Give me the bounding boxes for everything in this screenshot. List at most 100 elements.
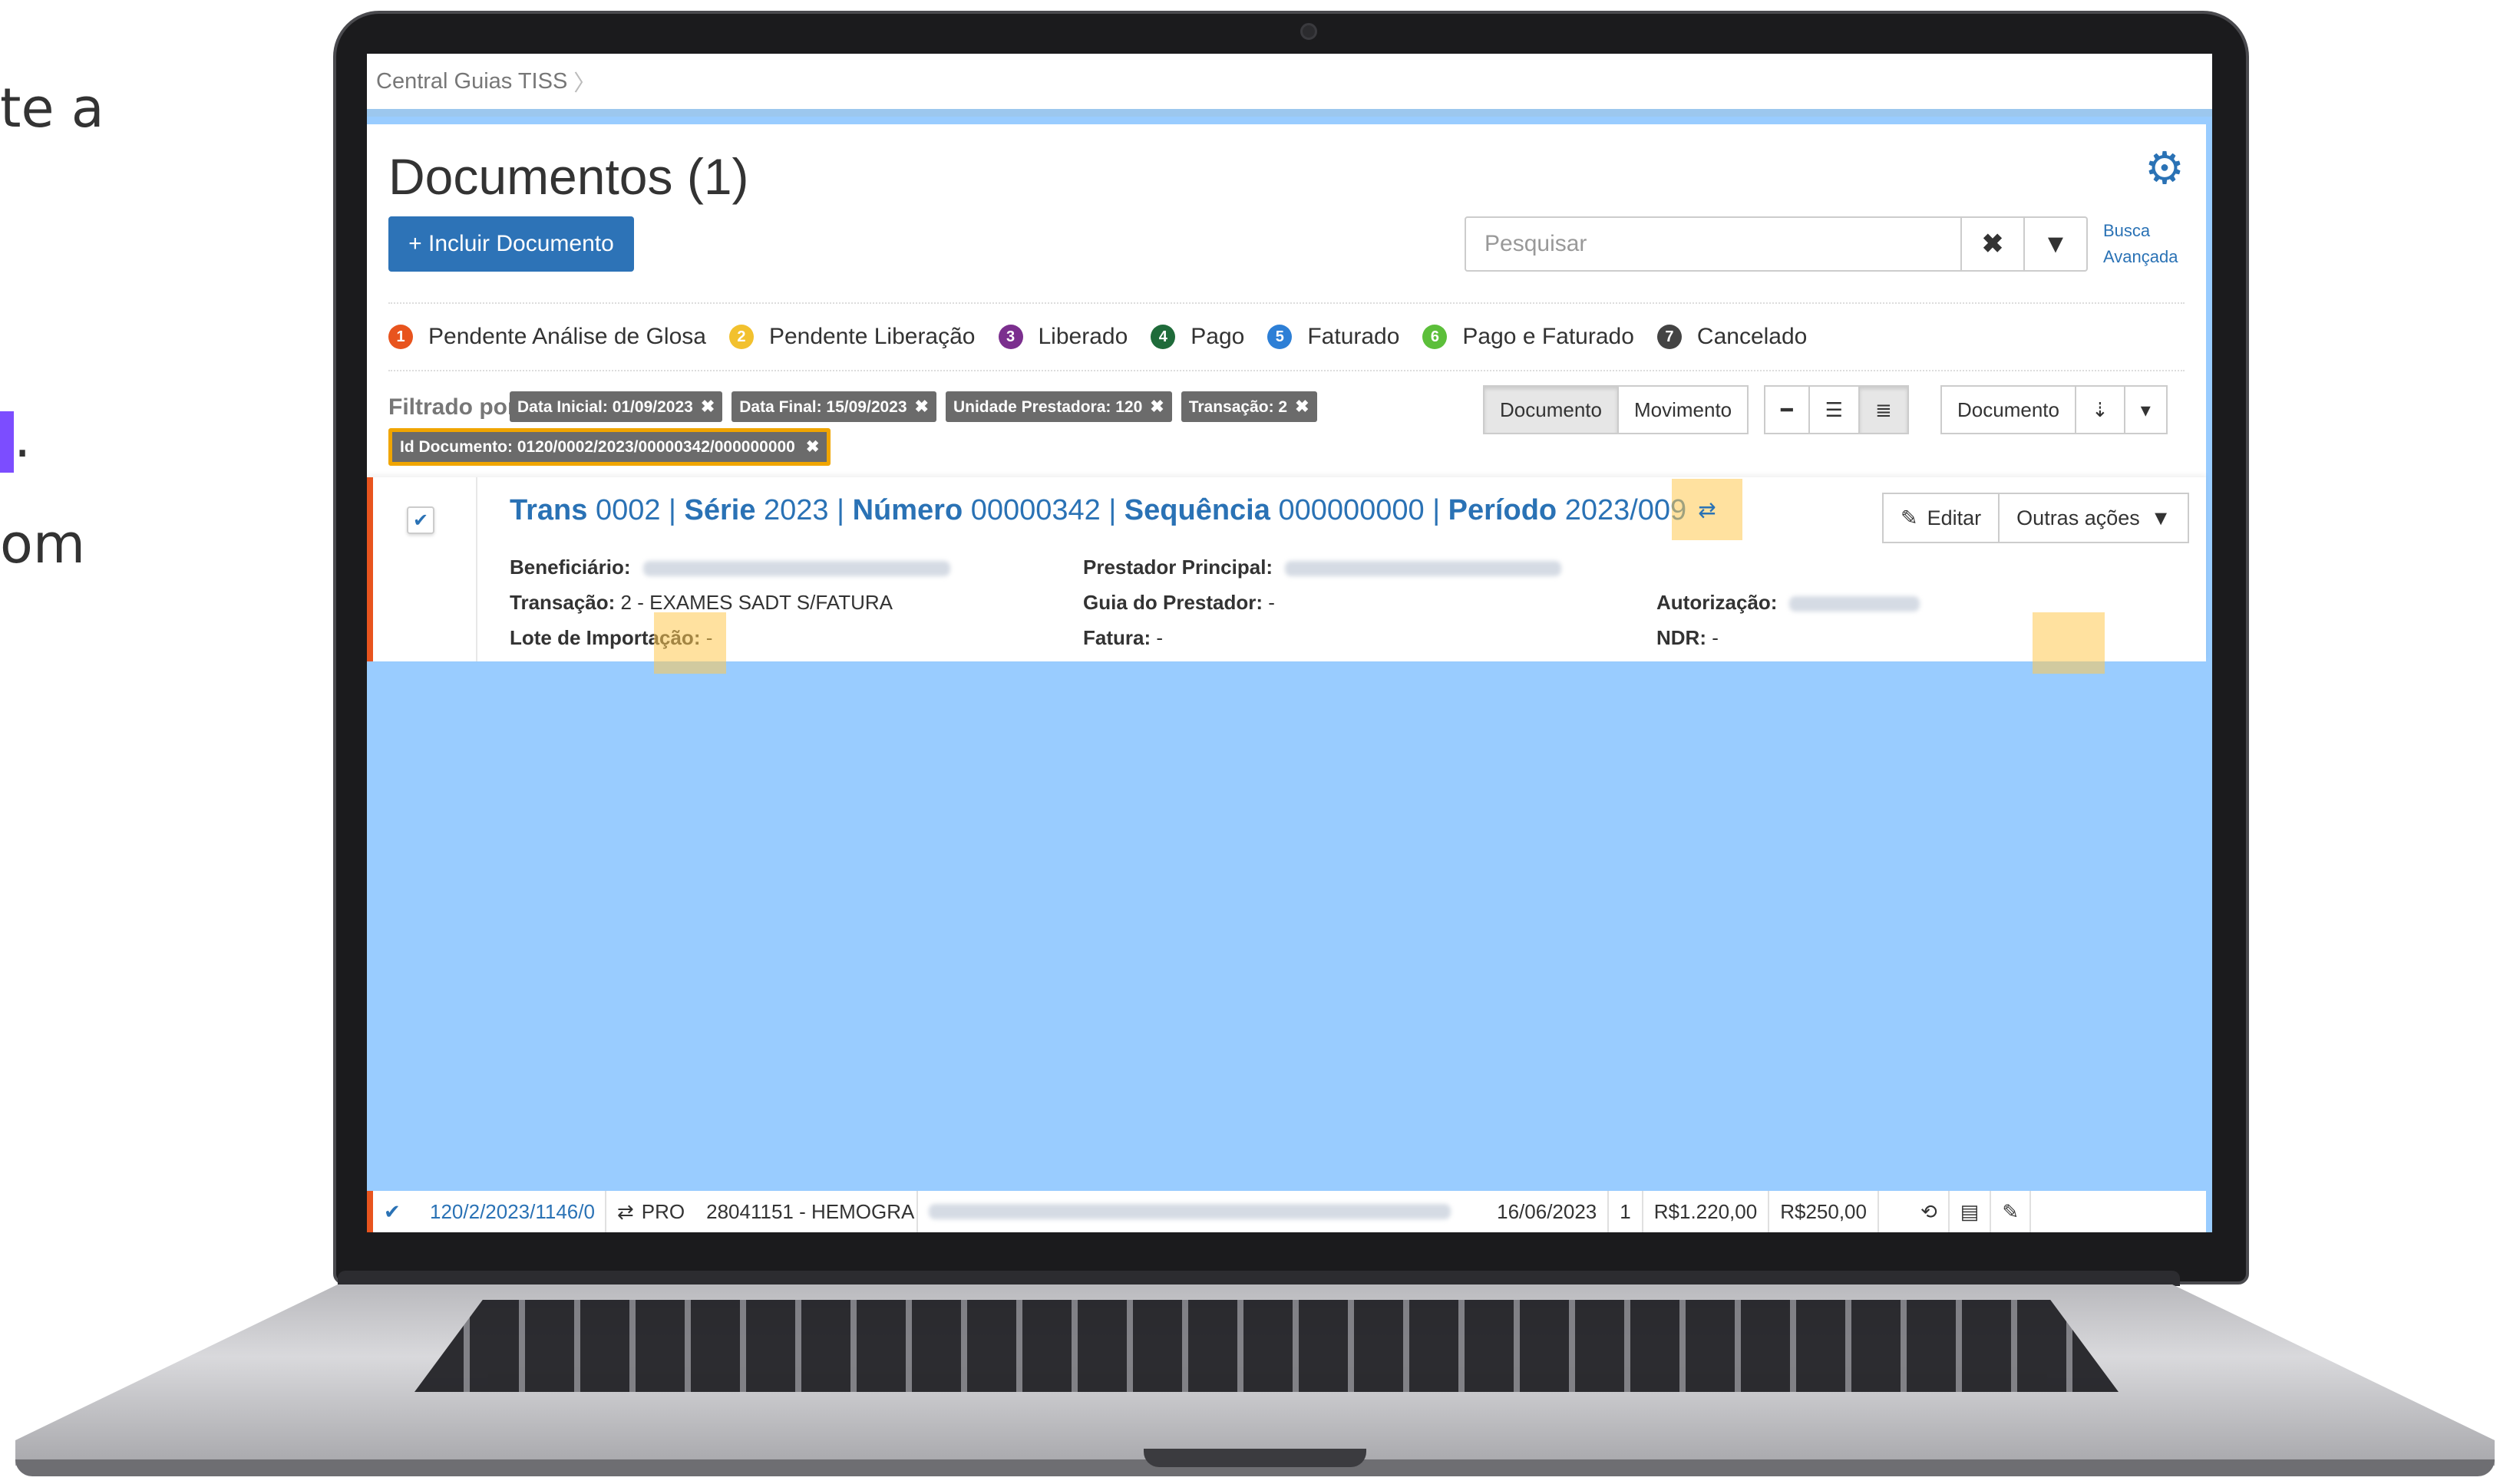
row-id[interactable]: 120/2/2023/1146/0 xyxy=(419,1191,606,1232)
advanced-search-line-2: Avançada xyxy=(2103,247,2178,266)
legend-label: Pago xyxy=(1191,324,1245,349)
refresh-icon: ⟲ xyxy=(1920,1199,1937,1223)
filter-chip[interactable]: Data Inicial: 01/09/2023 ✖ xyxy=(510,391,723,422)
sort-group: Documento ⇣ ▾ xyxy=(1940,385,2168,434)
density-compact-button[interactable]: ☰ xyxy=(1808,385,1860,434)
status-dot: 1 xyxy=(388,325,413,349)
periodo-value: 2023/009 xyxy=(1564,494,1687,526)
trans-value: 0002 xyxy=(595,494,661,526)
close-icon[interactable]: ✖ xyxy=(806,438,820,456)
filter-chip[interactable]: Unidade Prestadora: 120 ✖ xyxy=(945,391,1172,422)
list-detail-icon: ≣ xyxy=(1874,397,1892,421)
density-toggle: ━ ☰ ≣ xyxy=(1764,385,1909,434)
side-text-line-2: . xyxy=(0,407,31,473)
legend-item: 2 Pendente Liberação xyxy=(728,324,976,350)
row-redacted-bar xyxy=(929,1204,1451,1219)
filter-chip-label: Transação: 2 xyxy=(1188,398,1288,416)
filter-chip[interactable]: Transação: 2 ✖ xyxy=(1181,391,1317,422)
document-icon: ▤ xyxy=(1960,1199,1980,1223)
row-redacted xyxy=(918,1191,1486,1232)
row-qty: 1 xyxy=(1609,1191,1643,1232)
guia-label: Guia do Prestador: xyxy=(1083,591,1263,614)
row-transfer: ⇄ PRO xyxy=(606,1191,695,1232)
beneficiario-redacted xyxy=(642,561,950,577)
close-icon[interactable]: ✖ xyxy=(1150,397,1164,416)
filter-label: Filtrado por: xyxy=(388,394,524,420)
numero-label: Número xyxy=(852,494,963,526)
laptop-screen: Central Guias TISS 〉 Documentos (1) ⚙ + … xyxy=(367,54,2212,1232)
legend-label: Cancelado xyxy=(1696,324,1808,349)
highlight-box-ndr xyxy=(2033,612,2105,674)
serie-label: Série xyxy=(684,494,756,526)
close-icon[interactable]: ✖ xyxy=(1295,397,1309,416)
numero-value: 00000342 xyxy=(970,494,1101,526)
row-spacer xyxy=(1879,1191,1910,1232)
add-document-button[interactable]: + Incluir Documento xyxy=(388,216,634,272)
periodo-label: Período xyxy=(1448,494,1557,526)
sort-dropdown-button[interactable]: ▾ xyxy=(2123,385,2168,434)
document-checkbox[interactable]: ✔ xyxy=(407,506,434,534)
row-action-3[interactable]: ✎ xyxy=(1991,1191,2032,1232)
filter-button[interactable]: ▼ xyxy=(2025,216,2088,272)
close-icon[interactable]: ✖ xyxy=(701,397,715,416)
check-icon: ✔ xyxy=(412,510,429,531)
row-action-2[interactable]: ▤ xyxy=(1950,1191,1992,1232)
breadcrumb: Central Guias TISS 〉 xyxy=(367,54,2212,117)
highlight-box-lote xyxy=(654,612,726,674)
filter-chip-label: Data Final: 15/09/2023 xyxy=(739,398,907,416)
legend-item: 7 Cancelado xyxy=(1656,324,1808,350)
field-ndr: NDR: - xyxy=(1656,626,1719,650)
pencil-icon: ✎ xyxy=(1901,506,1918,529)
serie-value: 2023 xyxy=(764,494,829,526)
density-minimal-button[interactable]: ━ xyxy=(1764,385,1810,434)
guia-value: - xyxy=(1268,591,1275,614)
transfer-icon[interactable]: ⇄ xyxy=(1672,479,1742,540)
view-movement-button[interactable]: Movimento xyxy=(1617,385,1749,434)
sort-field-button[interactable]: Documento xyxy=(1940,385,2076,434)
view-toggle: Documento Movimento xyxy=(1483,385,1749,434)
trans-label: Trans xyxy=(510,494,588,526)
legend-label: Faturado xyxy=(1307,324,1400,349)
search-input[interactable] xyxy=(1465,216,1962,272)
filter-chip-label: Id Documento: 0120/0002/2023/00000342/00… xyxy=(400,438,795,456)
field-autorizacao: Autorização: xyxy=(1656,591,1920,615)
document-title[interactable]: Trans 0002 | Série 2023 | Número 0000034… xyxy=(510,494,1686,527)
table-row[interactable]: ✔ 120/2/2023/1146/0 ⇄ PRO 28041151 - HEMO… xyxy=(367,1191,2206,1232)
row-action-1[interactable]: ⟲ xyxy=(1910,1191,1950,1232)
view-document-button[interactable]: Documento xyxy=(1483,385,1619,434)
status-dot: 4 xyxy=(1151,325,1176,349)
filter-chip-label: Unidade Prestadora: 120 xyxy=(953,398,1143,416)
row-type: PRO xyxy=(641,1199,685,1223)
ndr-value: - xyxy=(1712,626,1719,649)
advanced-search-link[interactable]: Busca Avançada xyxy=(2103,218,2178,270)
sort-direction-button[interactable]: ⇣ xyxy=(2074,385,2125,434)
clear-search-button[interactable]: ✖ xyxy=(1962,216,2025,272)
row-checkbox[interactable]: ✔ xyxy=(373,1191,419,1232)
edit-button[interactable]: ✎ Editar xyxy=(1882,493,2000,543)
status-legend: 1 Pendente Análise de Glosa 2 Pendente Lib… xyxy=(388,302,2185,371)
field-prestador: Prestador Principal: xyxy=(1083,556,1562,579)
transfer-icon: ⇄ xyxy=(617,1199,634,1223)
gear-icon[interactable]: ⚙ xyxy=(2142,146,2188,192)
breadcrumb-separator: 〉 xyxy=(573,71,596,96)
close-icon[interactable]: ✖ xyxy=(915,397,929,416)
sequencia-value: 000000000 xyxy=(1278,494,1425,526)
filter-chip[interactable]: Data Final: 15/09/2023 ✖ xyxy=(732,391,936,422)
close-icon: ✖ xyxy=(1981,229,2004,259)
row-procedure: 28041151 - HEMOGRA xyxy=(695,1191,919,1232)
sequencia-label: Sequência xyxy=(1124,494,1270,526)
filter-chip-id-document[interactable]: Id Documento: 0120/0002/2023/00000342/00… xyxy=(388,428,831,466)
status-dot: 7 xyxy=(1656,325,1682,349)
laptop-hinge xyxy=(338,1271,2180,1286)
other-actions-button[interactable]: Outras ações ▼ xyxy=(1998,493,2190,543)
list-icon: ☰ xyxy=(1825,397,1843,421)
autorizacao-redacted xyxy=(1789,596,1920,612)
status-dot: 2 xyxy=(728,325,754,349)
breadcrumb-item-central-guias[interactable]: Central Guias TISS xyxy=(376,69,567,94)
legend-label: Pendente Liberação xyxy=(768,324,976,349)
legend-item: 6 Pago e Faturado xyxy=(1422,324,1634,350)
sort-icon: ⇣ xyxy=(2091,397,2109,421)
document-card: ✔ Trans 0002 | Série 2023 | Número 00000… xyxy=(367,477,2206,674)
laptop-base xyxy=(15,1271,2495,1478)
density-full-button[interactable]: ≣ xyxy=(1858,385,1909,434)
